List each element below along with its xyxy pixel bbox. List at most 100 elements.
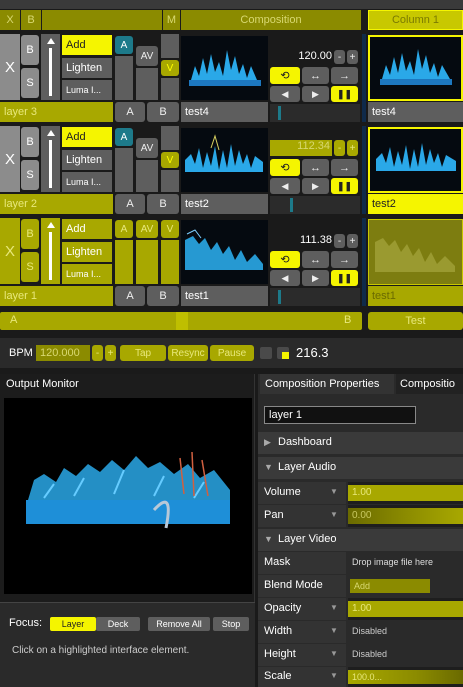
- crossfade-b-button[interactable]: B: [147, 102, 179, 122]
- clip-timeline[interactable]: [270, 104, 360, 122]
- a-toggle[interactable]: A: [115, 36, 133, 54]
- scale-slider[interactable]: 100.0...: [348, 667, 463, 687]
- clip-name-bar[interactable]: test1: [181, 286, 268, 306]
- bpm-value-field[interactable]: 120.000: [36, 345, 90, 361]
- a-toggle[interactable]: A: [115, 128, 133, 146]
- tab-composition[interactable]: Compositio: [396, 374, 463, 394]
- column-clip-name-bar[interactable]: test2: [368, 194, 463, 214]
- crossfader[interactable]: A B: [0, 312, 362, 330]
- clip-timeline[interactable]: [270, 196, 360, 214]
- header-x-button[interactable]: X: [0, 10, 20, 30]
- av-button[interactable]: AV: [136, 220, 158, 238]
- play-once-button[interactable]: →: [331, 159, 358, 176]
- speed-minus-button[interactable]: -: [334, 140, 345, 156]
- clip-thumbnail[interactable]: [181, 36, 268, 100]
- speed-minus-button[interactable]: -: [334, 234, 345, 248]
- bpm-resync-button[interactable]: Resync: [168, 345, 208, 361]
- play-once-button[interactable]: →: [331, 67, 358, 84]
- remove-all-button[interactable]: Remove All: [148, 617, 210, 631]
- clip-timeline[interactable]: [270, 288, 360, 306]
- a-slider[interactable]: [115, 148, 133, 192]
- crossfade-a-button[interactable]: A: [115, 194, 145, 214]
- av-slider[interactable]: [136, 240, 158, 284]
- crossfader-handle[interactable]: [176, 312, 188, 330]
- crossfade-b-button[interactable]: B: [147, 286, 179, 306]
- blend-mode-luma[interactable]: Luma I...: [62, 80, 112, 100]
- layer-name-bar[interactable]: layer 1: [0, 286, 113, 306]
- v-toggle[interactable]: V: [161, 60, 179, 76]
- mask-drop-zone[interactable]: Drop image file here: [348, 552, 463, 574]
- blend-mode-add[interactable]: Add: [62, 219, 112, 239]
- column-test-button[interactable]: Test: [368, 312, 463, 330]
- pause-button[interactable]: ❚❚: [331, 270, 358, 286]
- crossfade-a-button[interactable]: A: [115, 102, 145, 122]
- column-clip-name-bar[interactable]: test4: [368, 102, 463, 122]
- dashboard-section-header[interactable]: ▶ Dashboard: [258, 432, 463, 454]
- a-toggle[interactable]: A: [115, 220, 133, 238]
- layer-solo-button[interactable]: S: [21, 252, 39, 282]
- clip-thumbnail[interactable]: [181, 128, 268, 192]
- play-once-button[interactable]: →: [331, 251, 358, 268]
- blend-mode-lighten[interactable]: Lighten: [62, 150, 112, 170]
- bounce-mode-button[interactable]: ↔: [302, 67, 329, 84]
- column-clip-thumbnail[interactable]: [368, 219, 463, 285]
- bounce-mode-button[interactable]: ↔: [302, 251, 329, 268]
- dropdown-icon[interactable]: ▼: [330, 649, 338, 658]
- bpm-sync-toggle[interactable]: [277, 347, 289, 359]
- layer-solo-button[interactable]: S: [21, 160, 39, 190]
- play-backward-button[interactable]: ◀: [270, 178, 300, 194]
- blend-mode-lighten[interactable]: Lighten: [62, 58, 112, 78]
- blend-mode-select[interactable]: Add: [348, 575, 463, 597]
- bpm-metronome-toggle[interactable]: [260, 347, 272, 359]
- loop-mode-button[interactable]: ⟲: [270, 251, 300, 268]
- layer-name-bar[interactable]: layer 2: [0, 194, 113, 214]
- layer-video-section-header[interactable]: ▼ Layer Video: [258, 529, 463, 551]
- column-clip-name-bar[interactable]: test1: [368, 286, 463, 306]
- width-field[interactable]: Disabled: [348, 621, 463, 643]
- column-header[interactable]: Column 1: [368, 10, 463, 30]
- volume-slider[interactable]: 1.00: [348, 482, 463, 504]
- bounce-mode-button[interactable]: ↔: [302, 159, 329, 176]
- a-slider[interactable]: [115, 240, 133, 284]
- clip-name-bar[interactable]: test2: [181, 194, 268, 214]
- crossfade-b-button[interactable]: B: [147, 194, 179, 214]
- blend-mode-luma[interactable]: Luma I...: [62, 264, 112, 284]
- tab-composition-properties[interactable]: Composition Properties: [260, 374, 394, 394]
- dropdown-icon[interactable]: ▼: [330, 626, 338, 635]
- bpm-tap-button[interactable]: Tap: [120, 345, 166, 361]
- av-button[interactable]: AV: [136, 138, 158, 158]
- blend-mode-add[interactable]: Add: [62, 127, 112, 147]
- layer-opacity-slider[interactable]: [41, 218, 60, 284]
- clip-name-bar[interactable]: test4: [181, 102, 268, 122]
- play-backward-button[interactable]: ◀: [270, 86, 300, 102]
- focus-deck-button[interactable]: Deck: [96, 617, 140, 631]
- layer-solo-button[interactable]: S: [21, 68, 39, 98]
- clip-thumbnail[interactable]: [181, 220, 268, 284]
- play-backward-button[interactable]: ◀: [270, 270, 300, 286]
- header-b-button[interactable]: B: [21, 10, 41, 30]
- bpm-pause-button[interactable]: Pause: [210, 345, 254, 361]
- av-slider[interactable]: [136, 160, 158, 192]
- opacity-slider[interactable]: 1.00: [348, 598, 463, 620]
- layer-name-field[interactable]: layer 1: [264, 406, 416, 424]
- layer-bypass-button[interactable]: B: [21, 127, 39, 157]
- layer-bypass-button[interactable]: B: [21, 35, 39, 65]
- layer-opacity-slider[interactable]: [41, 34, 60, 100]
- av-button[interactable]: AV: [136, 46, 158, 66]
- stop-button[interactable]: Stop: [213, 617, 249, 631]
- header-m-button[interactable]: M: [163, 10, 180, 30]
- dropdown-icon[interactable]: ▼: [330, 603, 338, 612]
- blend-mode-add[interactable]: Add: [62, 35, 112, 55]
- pause-button[interactable]: ❚❚: [331, 86, 358, 102]
- speed-minus-button[interactable]: -: [334, 50, 345, 64]
- play-forward-button[interactable]: ▶: [302, 270, 329, 286]
- dropdown-icon[interactable]: ▼: [330, 487, 338, 496]
- layer-clear-button[interactable]: X: [0, 34, 20, 100]
- column-clip-thumbnail[interactable]: [368, 127, 463, 193]
- v-toggle[interactable]: V: [161, 220, 179, 238]
- dropdown-icon[interactable]: ▼: [330, 671, 338, 680]
- speed-plus-button[interactable]: +: [347, 140, 358, 156]
- blend-mode-luma[interactable]: Luma I...: [62, 172, 112, 192]
- layer-name-bar[interactable]: layer 3: [0, 102, 113, 122]
- loop-mode-button[interactable]: ⟲: [270, 67, 300, 84]
